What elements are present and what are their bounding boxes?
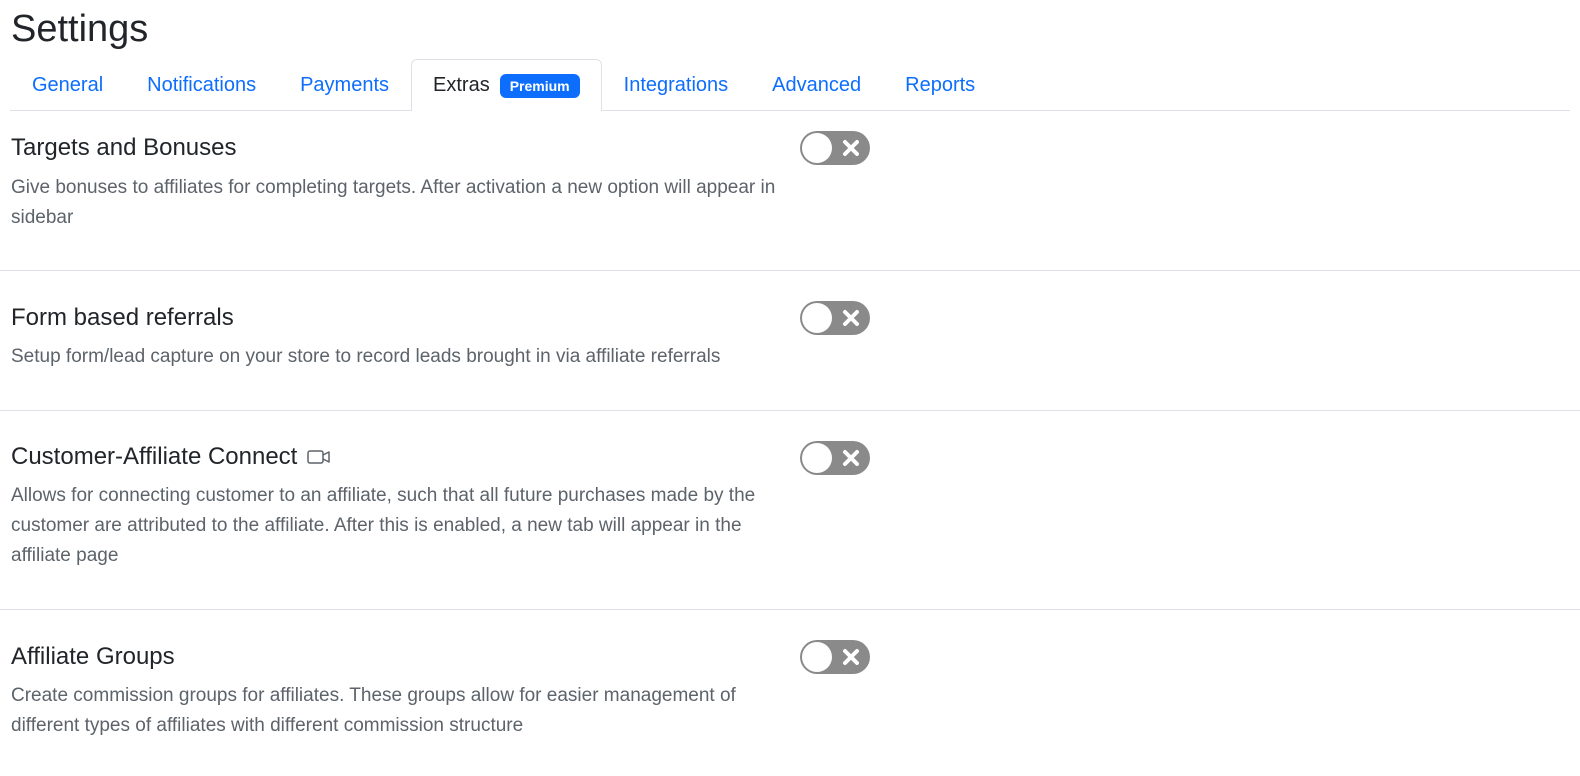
customer-affiliate-connect-toggle[interactable] [800, 441, 870, 475]
tab-label: Reports [905, 73, 976, 96]
setting-title-text: Affiliate Groups [11, 643, 175, 670]
toggle-knob [802, 642, 832, 672]
tab-label: Notifications [147, 73, 257, 96]
tab-notifications[interactable]: Notifications [125, 59, 278, 110]
setting-form-based-referrals: Form based referrals Setup form/lead cap… [0, 271, 1580, 411]
tab-extras[interactable]: Extras Premium [411, 59, 602, 111]
toggle-knob [802, 133, 832, 163]
toggle-off-icon [843, 310, 859, 326]
page-title: Settings [11, 8, 149, 50]
settings-tabs: General Notifications Payments Extras Pr… [10, 59, 1570, 111]
setting-title-text: Form based referrals [11, 304, 234, 331]
tab-integrations[interactable]: Integrations [602, 59, 751, 110]
setting-title-text: Targets and Bonuses [11, 134, 237, 161]
setting-description: Allows for connecting customer to an aff… [11, 485, 756, 566]
setting-affiliate-groups: Affiliate Groups Create commission group… [0, 610, 1580, 776]
premium-badge: Premium [499, 73, 580, 98]
toggle-off-icon [843, 649, 859, 665]
setting-title-text: Customer-Affiliate Connect [11, 443, 298, 470]
setting-targets-and-bonuses: Targets and Bonuses Give bonuses to affi… [0, 111, 1580, 271]
video-icon[interactable] [307, 449, 331, 465]
toggle-knob [802, 303, 832, 333]
tab-label: Payments [300, 73, 390, 96]
setting-title: Form based referrals [11, 303, 234, 333]
tab-label: Extras [433, 74, 490, 96]
setting-description: Create commission groups for affiliates.… [11, 685, 736, 736]
tab-advanced[interactable]: Advanced [750, 59, 883, 110]
tab-label: Integrations [623, 73, 729, 96]
setting-description: Setup form/lead capture on your store to… [11, 346, 721, 367]
tab-reports[interactable]: Reports [883, 59, 997, 110]
setting-customer-affiliate-connect: Customer-Affiliate Connect Allows for co… [0, 411, 1580, 610]
toggle-off-icon [843, 450, 859, 466]
tab-payments[interactable]: Payments [278, 59, 411, 110]
targets-and-bonuses-toggle[interactable] [800, 131, 870, 165]
form-based-referrals-toggle[interactable] [800, 301, 870, 335]
toggle-knob [802, 443, 832, 473]
settings-page: Settings General Notifications Payments … [0, 0, 1580, 776]
tab-general[interactable]: General [10, 59, 125, 110]
setting-description: Give bonuses to affiliates for completin… [11, 177, 776, 228]
setting-title: Customer-Affiliate Connect [11, 442, 331, 472]
tab-label: General [32, 73, 104, 96]
tab-label: Advanced [772, 73, 862, 96]
toggle-off-icon [843, 140, 859, 156]
setting-title: Affiliate Groups [11, 642, 175, 672]
affiliate-groups-toggle[interactable] [800, 640, 870, 674]
setting-title: Targets and Bonuses [11, 133, 236, 163]
